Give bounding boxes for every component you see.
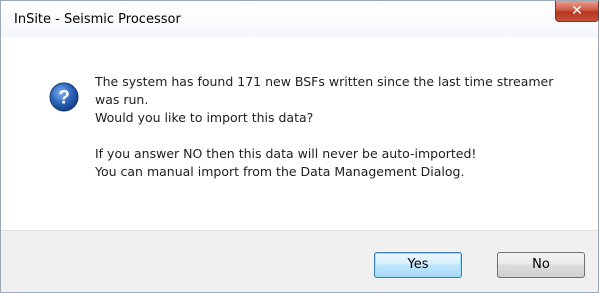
dialog-content: ? The system has found 171 new BSFs writ…: [1, 37, 598, 230]
close-icon: ✕: [571, 3, 583, 19]
message-line: The system has found 171 new BSFs writte…: [95, 74, 554, 89]
close-button[interactable]: ✕: [555, 1, 599, 22]
question-icon: ?: [49, 82, 79, 112]
message-line: If you answer NO then this data will nev…: [95, 146, 477, 161]
message-line: Would you like to import this data?: [95, 110, 314, 125]
message-line: You can manual import from the Data Mana…: [95, 164, 465, 179]
dialog-window: InSite - Seismic Processor ✕ ? The syste…: [0, 0, 599, 293]
no-button[interactable]: No: [497, 252, 585, 278]
yes-button[interactable]: Yes: [374, 252, 462, 278]
title-bar[interactable]: InSite - Seismic Processor ✕: [1, 1, 599, 37]
dialog-message: The system has found 171 new BSFs writte…: [95, 73, 575, 181]
message-line: was run.: [95, 92, 149, 107]
button-bar: Yes No: [1, 230, 598, 292]
svg-text:?: ?: [58, 88, 70, 109]
window-title: InSite - Seismic Processor: [14, 12, 181, 27]
